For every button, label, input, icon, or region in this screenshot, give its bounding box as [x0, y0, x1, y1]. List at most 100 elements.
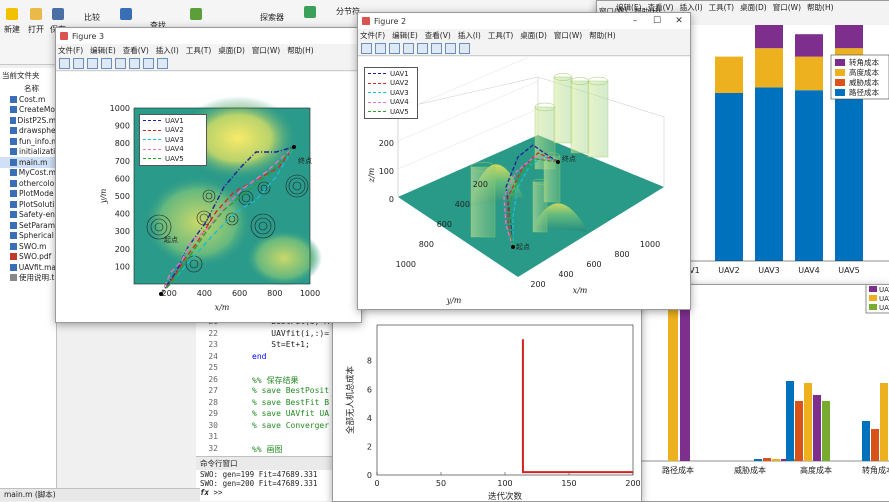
code-line[interactable]: % save Converger [252, 421, 329, 430]
end-marker [556, 160, 560, 164]
menu-tools[interactable]: 工具(T) [488, 30, 513, 41]
menu-window[interactable]: 窗口(W) [252, 45, 280, 56]
legend-entry: UAV4 [368, 98, 414, 108]
file-list-item[interactable]: SWO.m [0, 241, 56, 252]
menu-help[interactable]: 帮助(H) [287, 45, 314, 56]
file-list-item[interactable]: Spherical [0, 231, 56, 242]
link-icon[interactable] [417, 42, 428, 54]
goto-icon[interactable] [120, 8, 132, 20]
code-line[interactable]: end [252, 352, 266, 361]
file-list-item[interactable]: UAVfit.ma [0, 262, 56, 273]
file-list-item[interactable]: DistP2S.m [0, 115, 56, 126]
file-list-item[interactable]: PlotMode [0, 189, 56, 200]
file-list-item[interactable]: fun_info.n [0, 136, 56, 147]
save-figure-icon[interactable] [87, 57, 98, 69]
menu-item[interactable]: 编辑(E) [616, 2, 642, 13]
print-icon[interactable] [403, 42, 414, 54]
menu-item[interactable]: 帮助(H) [807, 2, 834, 13]
menu-help[interactable]: 帮助(H) [589, 30, 616, 41]
figure3-legend[interactable]: UAV1 UAV2 UAV3 UAV4 UAV5 [139, 114, 207, 166]
edit-plot-icon[interactable] [459, 42, 470, 54]
open-button[interactable]: 打开 [28, 24, 44, 35]
name-column-header[interactable]: 名称 [0, 83, 56, 94]
menu-edit[interactable]: 编辑(E) [90, 45, 116, 56]
menu-tools[interactable]: 工具(T) [186, 45, 211, 56]
menu-file[interactable]: 文件(F) [360, 30, 385, 41]
code-line[interactable]: UAVfit(i,:)= [252, 329, 329, 338]
file-list-item[interactable]: drawsphe [0, 126, 56, 137]
new-button[interactable]: 新建 [4, 24, 20, 35]
bar-segment [795, 56, 823, 91]
figure-convergence[interactable]: 0 50 100 150 200 0 2 4 6 8 迭代次数 全部无人机总成本 [332, 300, 642, 502]
close-button[interactable]: ✕ [668, 13, 690, 29]
insert-colorbar-icon[interactable] [129, 57, 140, 69]
file-list-item[interactable]: SWO.pdf [0, 252, 56, 263]
insert-colorbar-icon[interactable] [431, 42, 442, 54]
file-name: SWO.pdf [19, 252, 52, 262]
minimize-button[interactable]: – [624, 13, 646, 29]
file-list-item[interactable]: initializati [0, 147, 56, 158]
file-list-item[interactable]: SetParam [0, 220, 56, 231]
code-line[interactable]: % save UAVfit UA [252, 409, 329, 418]
save-figure-icon[interactable] [389, 42, 400, 54]
menu-file[interactable]: 文件(F) [58, 45, 83, 56]
menu-item[interactable]: 查看(V) [648, 2, 674, 13]
open-file-icon[interactable] [375, 42, 386, 54]
insert-legend-icon[interactable] [143, 57, 154, 69]
open-icon[interactable] [30, 8, 42, 20]
command-prompt[interactable]: >> [214, 488, 223, 497]
menu-window[interactable]: 窗口(W) [554, 30, 582, 41]
code-line[interactable]: %% 画图 [252, 444, 282, 455]
new-icon[interactable] [6, 8, 18, 20]
file-list-item[interactable]: Cost.m [0, 94, 56, 105]
link-icon[interactable] [115, 57, 126, 69]
menu-view[interactable]: 查看(V) [425, 30, 451, 41]
menu-item[interactable]: 插入(I) [680, 2, 703, 13]
menu-view[interactable]: 查看(V) [123, 45, 149, 56]
code-line[interactable]: St=Et+1; [252, 340, 310, 349]
figure3-window[interactable]: Figure 3 文件(F) 编辑(E) 查看(V) 插入(I) 工具(T) 桌… [55, 27, 362, 323]
y-tick-label: 300 [115, 227, 130, 236]
edit-plot-icon[interactable] [157, 57, 168, 69]
new-figure-icon[interactable] [59, 57, 70, 69]
explorer-button[interactable]: 探索器 [260, 12, 284, 23]
menu-insert[interactable]: 插入(I) [156, 45, 179, 56]
comment-icon[interactable] [190, 8, 202, 20]
figure-grouped-bar[interactable]: 路径成本 威胁成本 高度成本 转角成本 UAV3UAV4UAV5 [637, 284, 889, 502]
save-icon[interactable] [52, 8, 64, 20]
convergence-line [521, 339, 633, 474]
file-list-item[interactable]: CreateMo [0, 105, 56, 116]
file-name: Cost.m [19, 94, 46, 104]
print-icon[interactable] [101, 57, 112, 69]
file-icon [10, 106, 17, 114]
menu-insert[interactable]: 插入(I) [458, 30, 481, 41]
menu-item[interactable]: 桌面(D) [740, 2, 767, 13]
insert-legend-icon[interactable] [445, 42, 456, 54]
code-editor[interactable]: 21 BestFit(i)=M22 UAVfit(i,:)=23 St=Et+1… [196, 308, 336, 456]
open-file-icon[interactable] [73, 57, 84, 69]
line-number: 26 [208, 374, 218, 384]
menu-desktop[interactable]: 桌面(D) [218, 45, 245, 56]
menu-item[interactable]: 工具(T) [709, 2, 734, 13]
compare-button[interactable]: 比较 [84, 12, 100, 23]
run-icon[interactable] [304, 6, 316, 18]
figure2-legend[interactable]: UAV1 UAV2 UAV3 UAV4 UAV5 [364, 67, 418, 119]
file-list-item[interactable]: MyCost.m [0, 168, 56, 179]
code-line[interactable]: %% 保存结果 [252, 375, 298, 386]
menu-edit[interactable]: 编辑(E) [392, 30, 418, 41]
command-window[interactable]: 命令行窗口 SWO: gen=199 Fit=47689.331 SWO: ge… [196, 456, 336, 501]
code-line[interactable]: % save BestPosit [252, 386, 329, 395]
new-figure-icon[interactable] [361, 42, 372, 54]
menu-desktop[interactable]: 桌面(D) [520, 30, 547, 41]
file-list-item[interactable]: PlotSoluti [0, 199, 56, 210]
file-list-item[interactable]: 使用说明.t [0, 273, 56, 284]
z-tick-label: 0 [389, 195, 394, 204]
file-list-item[interactable]: main.m [0, 157, 56, 168]
file-list-item[interactable]: Safety-en [0, 210, 56, 221]
menu-item[interactable]: 窗口(W) [773, 2, 801, 13]
maximize-button[interactable]: ☐ [646, 13, 668, 29]
file-list-item[interactable]: othercolo [0, 178, 56, 189]
code-line[interactable]: % save BestFit B [252, 398, 329, 407]
figure2-window[interactable]: Figure 2 – ☐ ✕ 文件(F) 编辑(E) 查看(V) 插入(I) 工… [357, 12, 691, 310]
x-tick-label: 50 [436, 479, 446, 488]
